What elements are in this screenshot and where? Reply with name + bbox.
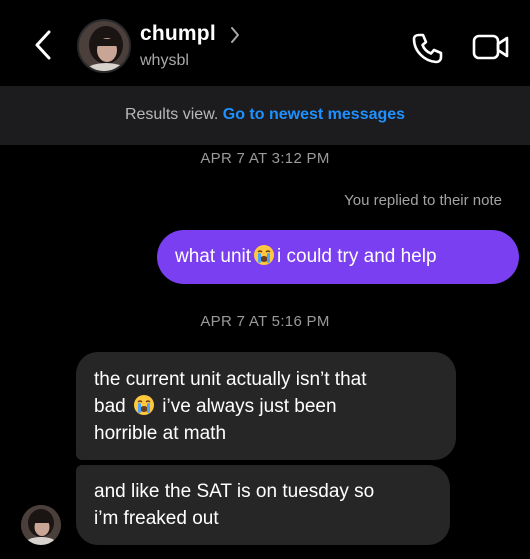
dm-thread-screen: chumpl whysbl Results view. Go to newest… — [0, 0, 530, 559]
contact-name[interactable]: chumpl — [140, 22, 216, 46]
incoming-message-bubble[interactable]: and like the SAT is on tuesday so i’m fr… — [76, 465, 450, 545]
message-text: what unit — [175, 246, 252, 267]
outgoing-message-bubble[interactable]: what unit i could try and help — [157, 230, 519, 284]
video-camera-icon — [472, 34, 509, 60]
back-button[interactable] — [28, 27, 58, 63]
video-call-button[interactable] — [471, 30, 511, 64]
chevron-right-icon[interactable] — [229, 25, 241, 45]
avatar-photo — [21, 505, 61, 545]
loudly-crying-emoji — [133, 395, 154, 415]
audio-call-button[interactable] — [409, 30, 445, 66]
message-timestamp: APR 7 AT 3:12 PM — [200, 150, 330, 167]
message-text: i’ve always just been — [162, 396, 337, 417]
results-view-banner: Results view. Go to newest messages — [0, 86, 530, 145]
message-line: horrible at math — [94, 423, 227, 444]
message-text: bad — [94, 396, 126, 417]
incoming-message-bubble[interactable]: the current unit actually isn’t that bad… — [76, 352, 456, 460]
go-to-newest-link[interactable]: Go to newest messages — [223, 106, 405, 123]
back-chevron-icon — [35, 30, 51, 60]
message-line: the current unit actually isn’t that — [94, 369, 367, 390]
thread-header: chumpl whysbl — [0, 0, 530, 86]
avatar-photo — [79, 21, 129, 71]
contact-username: whysbl — [140, 52, 189, 69]
message-line: i’m freaked out — [94, 508, 219, 529]
phone-icon — [412, 33, 443, 64]
replied-to-note-label: You replied to their note — [344, 192, 502, 209]
contact-avatar[interactable] — [77, 19, 131, 73]
results-view-text: Results view. — [124, 106, 219, 123]
loudly-crying-emoji — [254, 245, 275, 265]
message-timestamp: APR 7 AT 5:16 PM — [200, 313, 330, 330]
message-line: and like the SAT is on tuesday so — [94, 481, 375, 502]
sender-avatar[interactable] — [21, 505, 61, 545]
message-text: i could try and help — [277, 246, 437, 267]
message-line: bad i’ve always just been — [94, 393, 438, 420]
